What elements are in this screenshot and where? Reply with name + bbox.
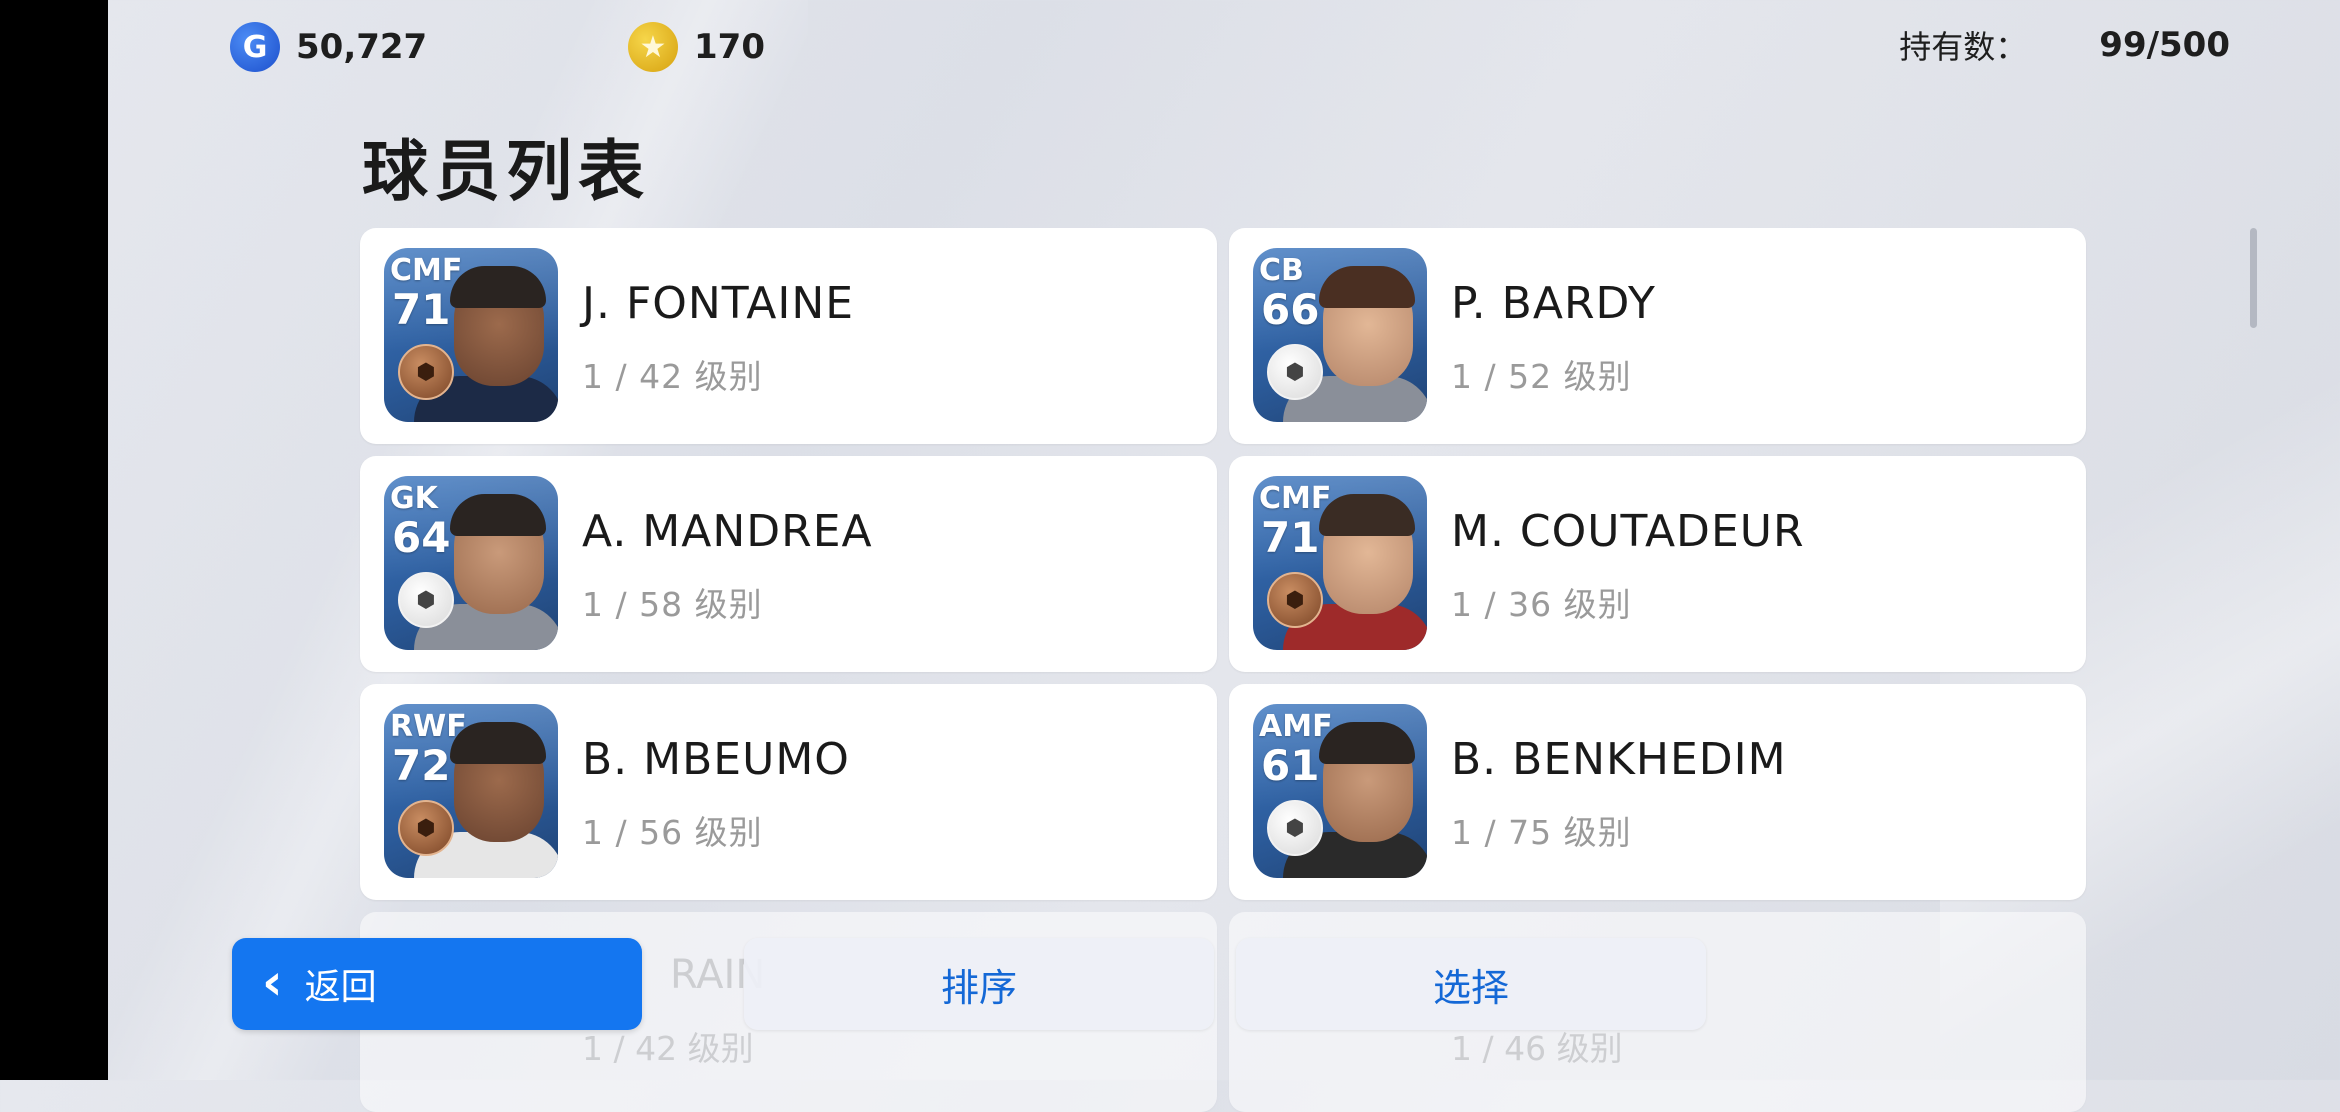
player-hair [1319, 494, 1415, 536]
owned-count: 持有数： 99/500 [1899, 22, 2230, 68]
player-card[interactable]: RWF 72 ⬢ B. MBEUMO 1 / 56 级别 [360, 684, 1217, 900]
player-portrait: AMF 61 ⬢ [1253, 704, 1427, 878]
gp-currency: G 50,727 [230, 22, 427, 72]
top-bar: G 50,727 ★ 170 持有数： 99/500 [230, 14, 2230, 78]
player-level: 1 / 52 级别 [1451, 357, 1632, 396]
page-title: 球员列表 [362, 133, 650, 210]
gp-amount: 50,727 [296, 27, 428, 67]
star-coin-icon: ★ [628, 22, 678, 72]
player-rating: 71 [392, 285, 451, 334]
player-hair [1319, 266, 1415, 308]
player-level: 1 / 58 级别 [582, 585, 763, 624]
player-card[interactable]: CMF 71 ⬢ M. COUTADEUR 1 / 36 级别 [1229, 456, 2086, 672]
sort-button-label: 排序 [940, 965, 1017, 1010]
sort-button[interactable]: 排序 [744, 938, 1214, 1030]
left-black-bar [0, 0, 108, 1080]
player-rating: 61 [1261, 741, 1320, 790]
player-name: M. COUTADEUR [1451, 506, 1805, 557]
player-card[interactable]: AMF 61 ⬢ B. BENKHEDIM 1 / 75 级别 [1229, 684, 2086, 900]
player-hair [1319, 722, 1415, 764]
player-name: A. MANDREA [582, 506, 873, 557]
player-name: J. FONTAINE [582, 278, 855, 329]
player-card[interactable]: CMF 71 ⬢ J. FONTAINE 1 / 42 级别 [360, 228, 1217, 444]
bronze-badge-icon: ⬢ [1267, 572, 1323, 628]
player-rating: 72 [392, 741, 451, 790]
player-portrait: CB 66 ⬢ [1253, 248, 1427, 422]
back-button-label: 返回 [304, 967, 377, 1008]
player-level: 1 / 75 级别 [1451, 813, 1632, 852]
player-position: RWF [390, 709, 467, 744]
player-rating: 64 [392, 513, 451, 562]
player-position: GK [390, 481, 438, 516]
bronze-badge-icon: ⬢ [398, 800, 454, 856]
player-position: AMF [1259, 709, 1333, 744]
coins-amount: 170 [694, 27, 765, 67]
select-button[interactable]: 选择 [1236, 938, 1706, 1030]
white-badge-icon: ⬢ [398, 572, 454, 628]
coins-currency: ★ 170 [628, 22, 765, 72]
player-card[interactable]: GK 64 ⬢ A. MANDREA 1 / 58 级别 [360, 456, 1217, 672]
player-card[interactable]: CB 66 ⬢ P. BARDY 1 / 52 级别 [1229, 228, 2086, 444]
scrollbar[interactable] [2250, 228, 2257, 328]
player-name: B. MBEUMO [582, 734, 850, 785]
player-portrait: GK 64 ⬢ [384, 476, 558, 650]
white-badge-icon: ⬢ [1267, 344, 1323, 400]
gp-coin-icon: G [230, 22, 280, 72]
player-position: CMF [1259, 481, 1332, 516]
player-portrait: CMF 71 ⬢ [384, 248, 558, 422]
player-hair [450, 266, 546, 308]
owned-label: 持有数： [1899, 28, 2028, 66]
player-hair [450, 494, 546, 536]
player-rating: 71 [1261, 513, 1320, 562]
chevron-left-icon: ‹ [262, 953, 283, 1011]
bronze-badge-icon: ⬢ [398, 344, 454, 400]
player-level: 1 / 42 级别 [582, 357, 763, 396]
white-badge-icon: ⬢ [1267, 800, 1323, 856]
player-level: 1 / 36 级别 [1451, 585, 1632, 624]
back-button[interactable]: ‹ 返回 [232, 938, 642, 1030]
player-position: CB [1259, 253, 1304, 288]
player-portrait: RWF 72 ⬢ [384, 704, 558, 878]
player-rating: 66 [1261, 285, 1320, 334]
select-button-label: 选择 [1432, 965, 1509, 1010]
player-name: P. BARDY [1451, 278, 1656, 329]
player-level: 1 / 56 级别 [582, 813, 763, 852]
owned-value: 99/500 [2099, 25, 2230, 65]
player-name: B. BENKHEDIM [1451, 734, 1787, 785]
player-position: CMF [390, 253, 463, 288]
player-portrait: CMF 71 ⬢ [1253, 476, 1427, 650]
